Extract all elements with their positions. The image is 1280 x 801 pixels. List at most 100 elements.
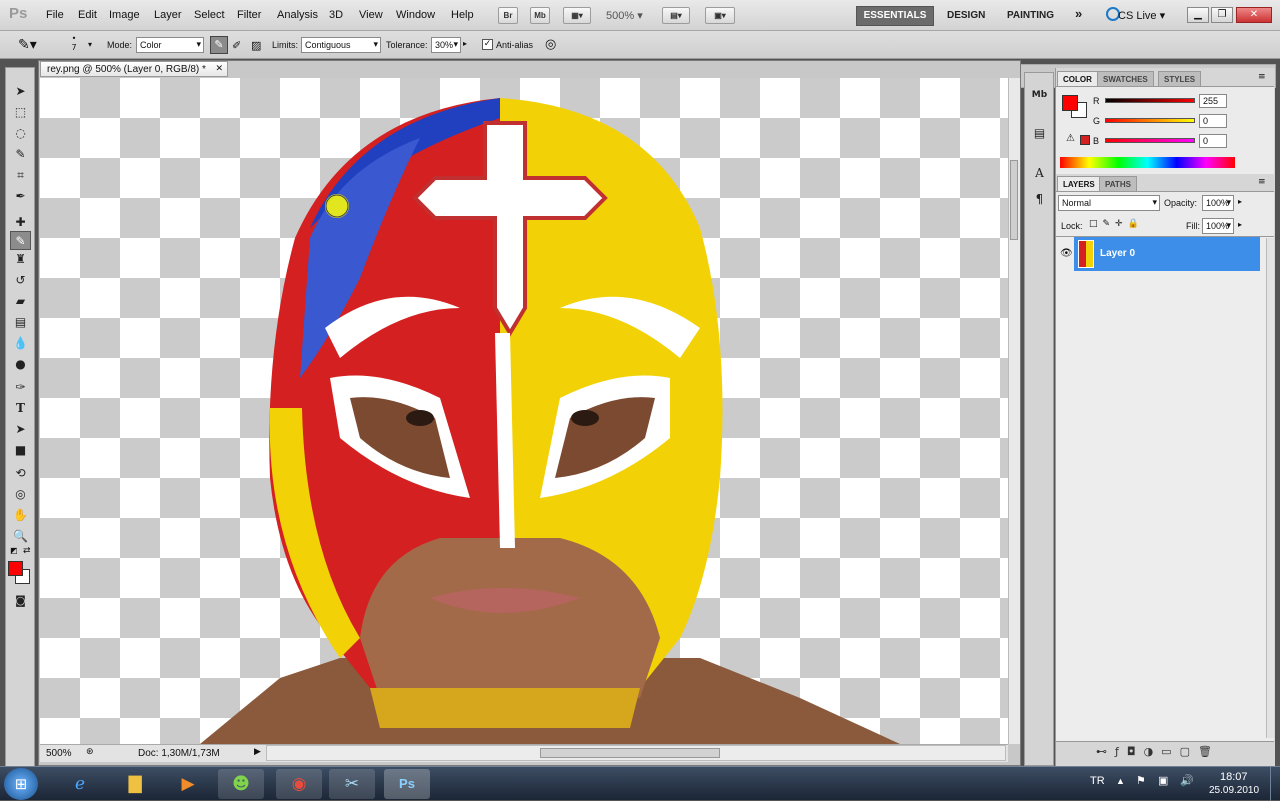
r-slider[interactable] — [1105, 98, 1195, 103]
zoom-status[interactable]: 500% — [46, 748, 72, 759]
eraser-tool-icon[interactable]: ▰ — [10, 292, 31, 311]
bridge-button[interactable]: Br — [498, 7, 518, 24]
menu-window[interactable]: Window — [396, 9, 435, 21]
snipping-tool-icon[interactable]: ✂ — [329, 769, 375, 799]
healing-brush-tool-icon[interactable]: ✚ — [10, 213, 31, 232]
start-button[interactable]: ⊞ — [4, 768, 38, 800]
g-value[interactable]: 0 — [1199, 114, 1227, 128]
zoom-tool-icon[interactable]: 🔍 — [10, 527, 31, 546]
clock-time[interactable]: 18:07 — [1220, 771, 1248, 783]
mini-bridge-button[interactable]: Mb — [530, 7, 550, 24]
layers-scrollbar[interactable] — [1266, 238, 1274, 738]
color-replacement-tool-icon[interactable]: ✎▾ — [18, 37, 37, 53]
b-slider[interactable] — [1105, 138, 1195, 143]
layer-actions-icons[interactable]: ⊷ƒ◘◑▭▢🗑 — [1096, 745, 1220, 758]
canvas[interactable] — [40, 78, 1008, 744]
network-icon[interactable]: ▣ — [1158, 774, 1168, 787]
g-slider[interactable] — [1105, 118, 1195, 123]
move-tool-icon[interactable]: ➤ — [10, 82, 31, 101]
out-of-gamut-warning-icon[interactable]: ⚠ — [1066, 133, 1075, 144]
character-panel-icon[interactable]: A — [1029, 163, 1050, 183]
status-menu-arrow-icon[interactable]: ▶ — [254, 747, 261, 757]
crop-tool-icon[interactable]: ⌗ — [10, 166, 31, 185]
gradient-tool-icon[interactable]: ▤ — [10, 313, 31, 332]
clock-date[interactable]: 25.09.2010 — [1209, 785, 1259, 796]
menu-select[interactable]: Select — [194, 9, 225, 21]
status-options-icon[interactable]: ⊛ — [86, 747, 94, 757]
file-explorer-icon[interactable]: ▇ — [112, 769, 158, 799]
layers-panel-menu-icon[interactable]: ≡ — [1258, 177, 1266, 187]
gamut-color-swatch[interactable] — [1080, 135, 1090, 145]
paragraph-panel-icon[interactable]: ¶ — [1029, 189, 1050, 209]
zoom-level-select[interactable]: 500% ▾ — [606, 9, 643, 22]
tab-paths[interactable]: PATHS — [1099, 176, 1137, 191]
history-panel-icon[interactable]: ▤ — [1029, 123, 1050, 143]
sampling-background-icon[interactable]: ▨ — [251, 39, 261, 52]
tab-layers[interactable]: LAYERS — [1057, 176, 1101, 191]
restore-button[interactable]: ❐ — [1211, 7, 1233, 23]
screen-mode-button[interactable]: ▣▾ — [705, 7, 735, 24]
3d-rotate-tool-icon[interactable]: ⟲ — [10, 464, 31, 483]
swap-colors-icon[interactable]: ⇄ — [23, 546, 31, 556]
blur-tool-icon[interactable]: 💧 — [10, 334, 31, 353]
dodge-tool-icon[interactable]: ● — [10, 355, 31, 374]
history-brush-tool-icon[interactable]: ↺ — [10, 271, 31, 290]
document-tab[interactable]: rey.png @ 500% (Layer 0, RGB/8) * ✕ — [40, 61, 228, 77]
clone-stamp-tool-icon[interactable]: ♜ — [10, 250, 31, 269]
color-spectrum-bar[interactable] — [1060, 157, 1235, 168]
foreground-color-swatch[interactable] — [8, 561, 23, 576]
tolerance-slider-arrow-icon[interactable]: ▸ — [463, 39, 467, 48]
arrange-documents-button[interactable]: ▤▾ — [662, 7, 690, 24]
quick-mask-icon[interactable]: ◙ — [10, 591, 31, 610]
messenger-icon[interactable]: ☻ — [218, 769, 264, 799]
vertical-scroll-thumb[interactable] — [1010, 160, 1018, 240]
brush-preset-picker[interactable]: • 7 — [68, 34, 80, 52]
fill-slider-arrow-icon[interactable]: ▸ — [1238, 220, 1242, 229]
pen-tool-icon[interactable]: ✑ — [10, 378, 31, 397]
volume-icon[interactable]: 🔊 — [1180, 774, 1194, 787]
menu-filter[interactable]: Filter — [237, 9, 261, 21]
mini-bridge-panel-icon[interactable]: Mb — [1029, 85, 1050, 105]
tab-swatches[interactable]: SWATCHES — [1097, 71, 1154, 86]
view-extras-button[interactable]: ▦▾ — [563, 7, 591, 24]
workspace-painting-button[interactable]: PAINTING — [1007, 10, 1054, 21]
fill-input[interactable]: 100% — [1202, 218, 1234, 234]
brush-picker-arrow-icon[interactable]: ▾ — [88, 40, 92, 49]
tablet-pressure-icon[interactable]: ◎ — [545, 37, 556, 52]
layer-visibility-eye-icon[interactable]: 👁 — [1060, 248, 1073, 259]
layer-name[interactable]: Layer 0 — [1100, 248, 1135, 259]
anti-alias-checkbox[interactable]: ✓ — [482, 39, 493, 50]
lasso-tool-icon[interactable]: ◌ — [10, 124, 31, 143]
blend-mode-select[interactable]: Normal — [1058, 195, 1160, 211]
menu-view[interactable]: View — [359, 9, 383, 21]
quick-selection-tool-icon[interactable]: ✎ — [10, 145, 31, 164]
more-workspaces-button[interactable]: » — [1075, 6, 1082, 21]
chrome-icon[interactable]: ◉ — [276, 769, 322, 799]
workspace-essentials-button[interactable]: ESSENTIALS — [856, 6, 934, 26]
hand-tool-icon[interactable]: ✋ — [10, 506, 31, 525]
menu-image[interactable]: Image — [109, 9, 140, 21]
menu-file[interactable]: File — [46, 9, 64, 21]
show-desktop-button[interactable] — [1270, 767, 1280, 801]
opacity-input[interactable]: 100% — [1202, 195, 1234, 211]
action-center-icon[interactable]: ⚑ — [1136, 774, 1146, 787]
show-hidden-icons-icon[interactable]: ▲ — [1116, 776, 1125, 786]
horizontal-scroll-thumb[interactable] — [540, 748, 720, 758]
language-indicator[interactable]: TR — [1090, 775, 1105, 787]
mode-select[interactable]: Color — [136, 37, 204, 53]
marquee-tool-icon[interactable]: ⬚ — [10, 103, 31, 122]
color-replacement-tool-icon[interactable]: ✎ — [10, 231, 31, 250]
eyedropper-tool-icon[interactable]: ✒ — [10, 187, 31, 206]
color-panel-menu-icon[interactable]: ≡ — [1258, 72, 1266, 82]
sampling-continuous-icon[interactable]: ✎ — [210, 36, 228, 54]
menu-edit[interactable]: Edit — [78, 9, 97, 21]
menu-help[interactable]: Help — [451, 9, 474, 21]
tab-styles[interactable]: STYLES — [1158, 71, 1202, 86]
shape-tool-icon[interactable]: ■ — [10, 441, 31, 460]
tab-color[interactable]: COLOR — [1057, 71, 1098, 86]
3d-orbit-tool-icon[interactable]: ◎ — [10, 485, 31, 504]
path-selection-tool-icon[interactable]: ➤ — [10, 420, 31, 439]
opacity-slider-arrow-icon[interactable]: ▸ — [1238, 197, 1242, 206]
cs-live-menu[interactable]: CS Live ▾ — [1118, 9, 1165, 22]
minimize-button[interactable]: ▁ — [1187, 7, 1209, 23]
